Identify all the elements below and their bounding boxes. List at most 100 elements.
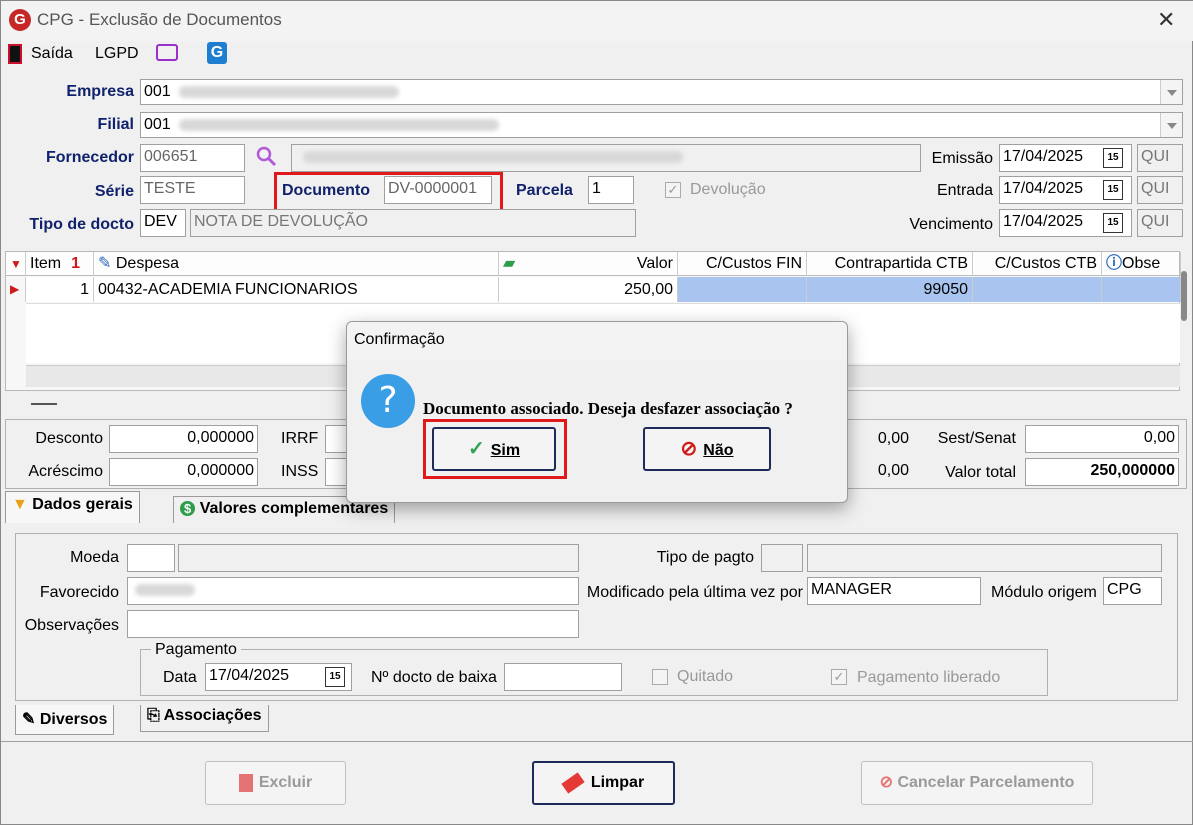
col-item[interactable]: Item 1	[26, 252, 94, 276]
cell-valor[interactable]: 250,00	[499, 277, 678, 302]
mid1-value: 0,00	[877, 430, 909, 447]
cancel-icon: ⊘	[879, 774, 893, 791]
tab-dados-gerais-label: Dados gerais	[32, 496, 133, 513]
chevron-down-icon[interactable]	[1160, 80, 1182, 104]
search-icon[interactable]	[255, 145, 277, 167]
menu-lgpd[interactable]: LGPD	[95, 45, 139, 63]
cell-cc-fin[interactable]	[678, 277, 807, 302]
chevron-down-icon[interactable]	[1160, 113, 1182, 137]
pagamento-liberado-label: Pagamento liberado	[857, 669, 1001, 686]
close-icon[interactable]: ✕	[1157, 7, 1175, 33]
fornecedor-name-field	[291, 144, 921, 172]
inss-label: INSS	[281, 463, 319, 480]
tipo-docto-code-input[interactable]: DEV	[140, 209, 186, 237]
acrescimo-input[interactable]: 0,000000	[109, 458, 258, 486]
app-g-icon[interactable]: G	[207, 42, 227, 64]
limpar-label: Limpar	[590, 774, 645, 791]
documento-highlight	[274, 172, 503, 212]
parcela-label: Parcela	[516, 182, 573, 199]
tipo-pagto-label: Tipo de pagto	[656, 549, 754, 566]
cell-contrapartida[interactable]: 99050	[807, 277, 973, 302]
modificado-label: Modificado pela última vez por	[586, 584, 803, 601]
col-cc-ctb[interactable]: C/Custos CTB	[973, 252, 1102, 276]
col-contrapartida[interactable]: Contrapartida CTB	[807, 252, 973, 276]
trash-icon	[238, 773, 253, 792]
filter-icon: ▼	[12, 496, 28, 513]
cell-item[interactable]: 1	[26, 277, 94, 302]
row-indicator-icon: ▶	[6, 277, 26, 302]
fornecedor-label: Fornecedor	[45, 149, 134, 166]
moeda-label: Moeda	[70, 549, 119, 566]
cell-obs[interactable]	[1102, 277, 1181, 302]
tab-dados-gerais[interactable]: ▼ Dados gerais	[5, 491, 140, 523]
no-button[interactable]: ⊘ Não	[643, 427, 771, 471]
cell-despesa[interactable]: 00432-ACADEMIA FUNCIONARIOS	[94, 277, 499, 302]
pagamento-liberado-checkbox[interactable]: ✓	[831, 669, 847, 685]
tipo-pagto-desc	[807, 544, 1162, 572]
grid-corner-arrow-icon: ▼	[6, 252, 26, 276]
tab-associacoes-label: Associações	[163, 707, 262, 724]
filial-code: 001	[144, 116, 171, 133]
sort-icon: 1	[71, 255, 81, 272]
info-icon: ⓘ	[1106, 255, 1123, 272]
calendar-icon[interactable]: 15	[1103, 148, 1123, 168]
calendar-icon[interactable]: 15	[1103, 213, 1123, 233]
col-cc-fin[interactable]: C/Custos FIN	[678, 252, 807, 276]
devolucao-checkbox[interactable]: ✓	[665, 182, 681, 198]
col-despesa[interactable]: ✎ Despesa	[94, 252, 499, 276]
emissao-weekday: QUI	[1137, 144, 1183, 172]
quitado-checkbox[interactable]	[652, 669, 668, 685]
cancelar-parcelamento-button[interactable]: ⊘ Cancelar Parcelamento	[861, 761, 1093, 805]
tipo-pagto-code[interactable]	[761, 544, 803, 572]
moeda-desc	[178, 544, 579, 572]
monitor-icon[interactable]	[156, 44, 178, 61]
empresa-select[interactable]: 001	[140, 79, 1183, 105]
tab-associacoes[interactable]: ⎘ Associações	[140, 705, 269, 732]
grid-header: ▼ Item 1 ✎ Despesa ▰ Valor C/Custos FIN Co…	[6, 252, 1181, 276]
vencimento-date-text: 17/04/2025	[1003, 213, 1084, 230]
excluir-button[interactable]: Excluir	[205, 761, 346, 805]
parcela-input[interactable]: 1	[588, 176, 634, 204]
confirmation-dialog: Confirmação ? Documento associado. Desej…	[346, 321, 848, 503]
quitado-label: Quitado	[677, 668, 734, 685]
calendar-icon[interactable]: 15	[1103, 180, 1123, 200]
dollar-icon: $	[180, 501, 196, 516]
limpar-button[interactable]: Limpar	[532, 761, 675, 805]
exit-door-icon[interactable]	[8, 44, 22, 64]
cell-cc-ctb[interactable]	[973, 277, 1102, 302]
link-icon: ⎘	[147, 707, 160, 724]
irrf-label: IRRF	[281, 430, 319, 447]
moeda-code-input[interactable]	[127, 544, 175, 572]
serie-input[interactable]: TESTE	[140, 176, 245, 204]
edit-icon: ✎	[98, 255, 112, 272]
fornecedor-code-input[interactable]: 006651	[140, 144, 245, 172]
calendar-icon[interactable]: 15	[325, 667, 345, 687]
modulo-field: CPG	[1103, 577, 1162, 605]
emissao-label: Emissão	[931, 150, 993, 167]
col-obs[interactable]: ⓘObse	[1102, 252, 1181, 276]
window-title: CPG - Exclusão de Documentos	[37, 10, 282, 29]
docto-baixa-label: Nº docto de baixa	[371, 669, 497, 686]
desconto-input[interactable]: 0,000000	[109, 425, 258, 453]
table-row[interactable]: ▶ 1 00432-ACADEMIA FUNCIONARIOS 250,00 9…	[6, 277, 1181, 302]
filial-select[interactable]: 001	[140, 112, 1183, 138]
tab-diversos[interactable]: ✎ Diversos	[15, 705, 115, 735]
dialog-message: Documento associado. Deseja desfazer ass…	[423, 399, 793, 418]
emissao-date-text: 17/04/2025	[1003, 148, 1084, 165]
menu-exit[interactable]: Saída	[31, 45, 73, 63]
pencil-icon: ✎	[22, 711, 36, 728]
vertical-scrollbar[interactable]	[1181, 271, 1187, 321]
observacoes-input[interactable]	[127, 610, 579, 638]
splitter-handle[interactable]	[31, 403, 57, 405]
app-logo-icon: G	[9, 9, 31, 31]
valor-total-label: Valor total	[945, 464, 1016, 481]
modulo-label: Módulo origem	[991, 584, 1097, 601]
favorecido-input[interactable]	[127, 577, 579, 605]
docto-baixa-input[interactable]	[504, 663, 622, 691]
favorecido-label: Favorecido	[39, 584, 119, 601]
sest-input[interactable]: 0,00	[1025, 425, 1179, 453]
valor-total-field: 250,000000	[1025, 458, 1179, 486]
col-valor[interactable]: ▰ Valor	[499, 252, 678, 276]
data-label: Data	[163, 669, 197, 686]
pagamento-group-label: Pagamento	[151, 641, 241, 659]
